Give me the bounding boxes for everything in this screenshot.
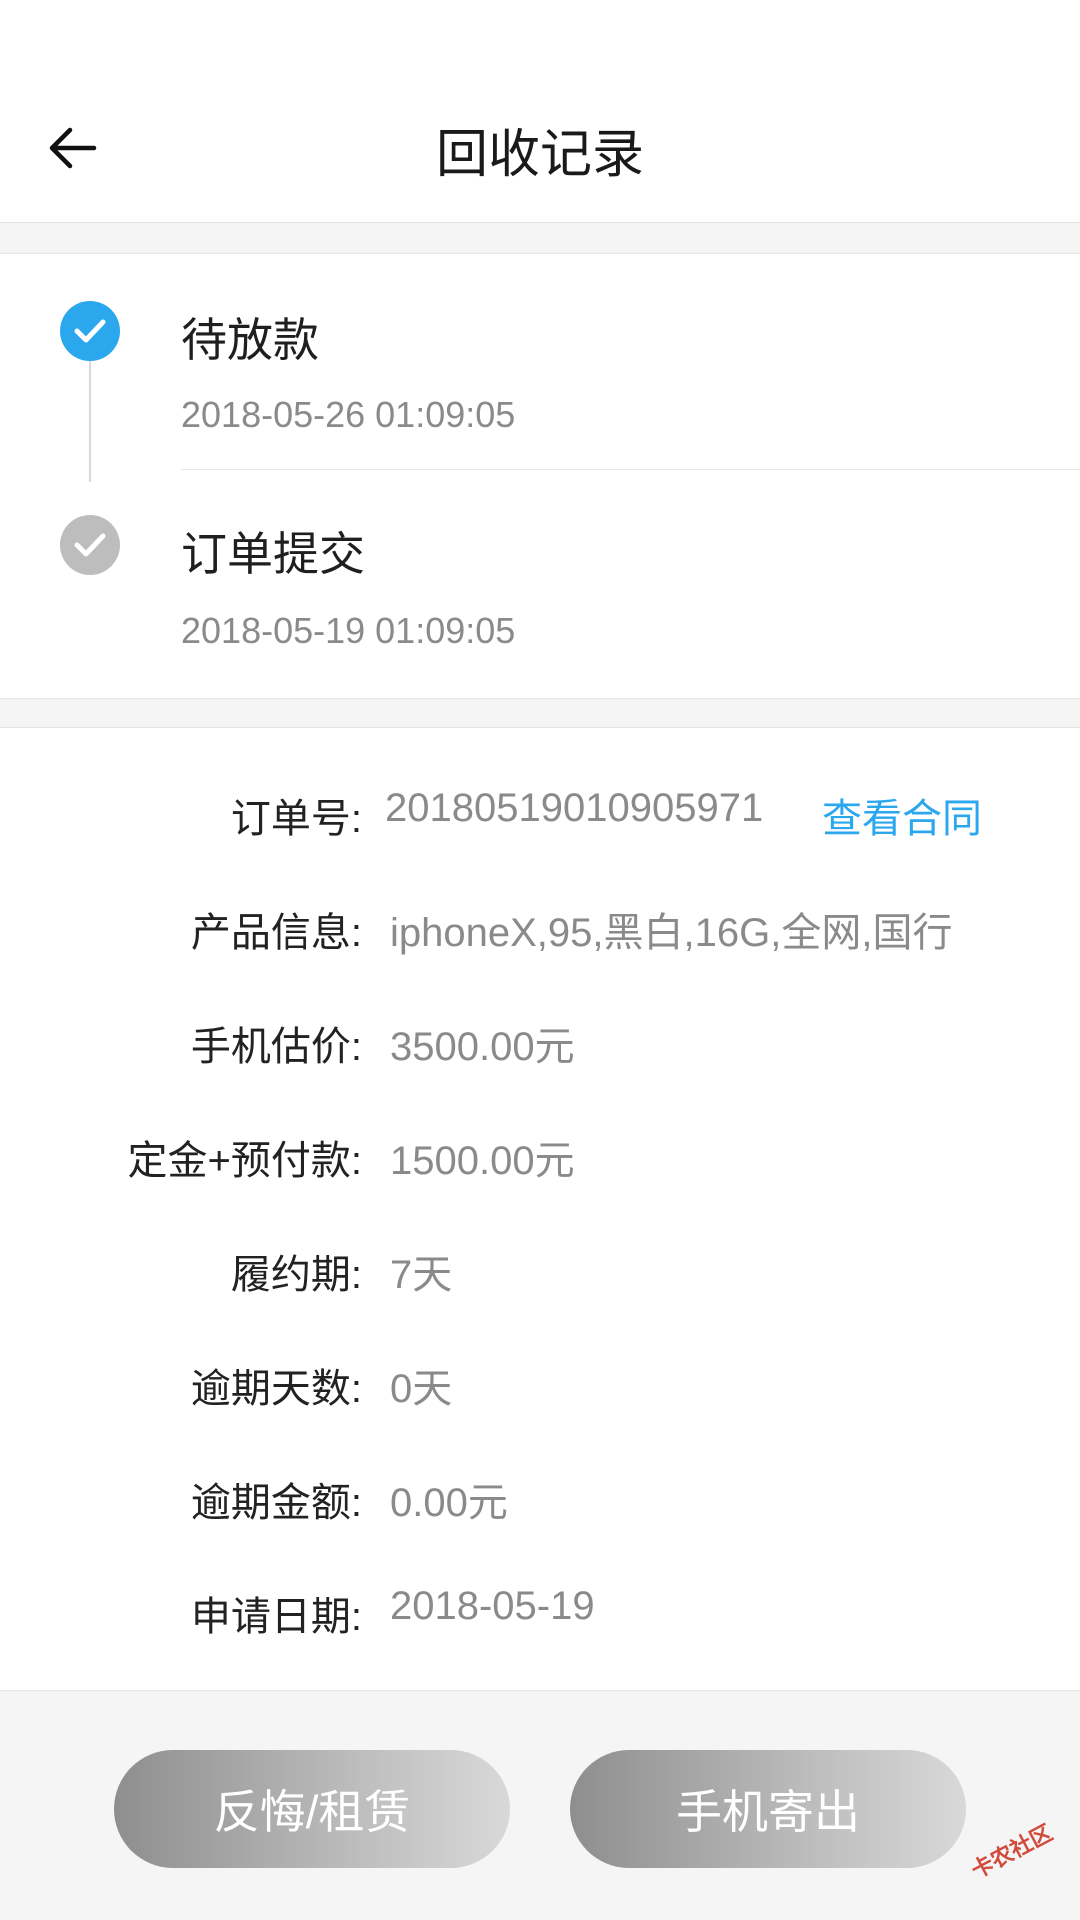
detail-row-term: 履约期: 7天 <box>0 1242 1080 1302</box>
detail-value: 0.00元 <box>390 1481 508 1525</box>
detail-label: 申请日期: <box>190 1595 362 1639</box>
step-time-order-submitted: 2018-05-19 01:09:05 <box>181 610 516 651</box>
check-circle-icon-active <box>60 301 120 361</box>
detail-row-product-info: 产品信息: iphoneX,95,黑白,16G,全网,国行 <box>0 900 1080 960</box>
detail-row-order-number: 订单号: 20180519010905971 查看合同 <box>0 786 1080 846</box>
top-bar: 回收记录 <box>0 0 1080 223</box>
detail-value: 20180519010905971 <box>385 786 764 830</box>
timeline-divider <box>181 469 1080 470</box>
detail-row-apply-date: 申请日期: 2018-05-19 <box>0 1584 1080 1644</box>
detail-value: 0天 <box>390 1367 453 1411</box>
status-timeline: 待放款 2018-05-26 01:09:05 订单提交 2018-05-19 … <box>0 253 1080 699</box>
order-details: 订单号: 20180519010905971 查看合同 产品信息: iphone… <box>0 727 1080 1691</box>
regret-lease-button[interactable]: 反悔/租赁 <box>114 1750 510 1868</box>
detail-row-estimate: 手机估价: 3500.00元 <box>0 1014 1080 1074</box>
detail-label: 订单号: <box>230 797 362 841</box>
detail-value: 3500.00元 <box>390 1025 575 1069</box>
detail-label: 逾期天数: <box>190 1367 362 1411</box>
page-title: 回收记录 <box>435 126 644 184</box>
view-contract-link[interactable]: 查看合同 <box>822 786 982 844</box>
step-title-order-submitted: 订单提交 <box>181 528 365 580</box>
detail-value: iphoneX,95,黑白,16G,全网,国行 <box>390 911 953 955</box>
detail-row-deposit: 定金+预付款: 1500.00元 <box>0 1128 1080 1188</box>
detail-row-overdue-days: 逾期天数: 0天 <box>0 1356 1080 1416</box>
detail-value: 2018-05-19 <box>390 1584 595 1628</box>
step-time-pending-payout: 2018-05-26 01:09:05 <box>181 394 516 435</box>
detail-value: 1500.00元 <box>390 1139 575 1183</box>
watermark-logo: 卡农社区 <box>967 1819 1057 1884</box>
detail-label: 逾期金额: <box>190 1481 362 1525</box>
detail-label: 手机估价: <box>190 1025 362 1069</box>
detail-label: 产品信息: <box>190 911 362 955</box>
detail-label: 定金+预付款: <box>127 1139 362 1183</box>
ship-phone-button[interactable]: 手机寄出 <box>570 1750 966 1868</box>
step-title-pending-payout: 待放款 <box>181 314 319 366</box>
check-circle-icon-done <box>60 515 120 575</box>
detail-value: 7天 <box>390 1253 453 1297</box>
detail-label: 履约期: <box>230 1253 362 1297</box>
detail-row-overdue-amount: 逾期金额: 0.00元 <box>0 1470 1080 1530</box>
